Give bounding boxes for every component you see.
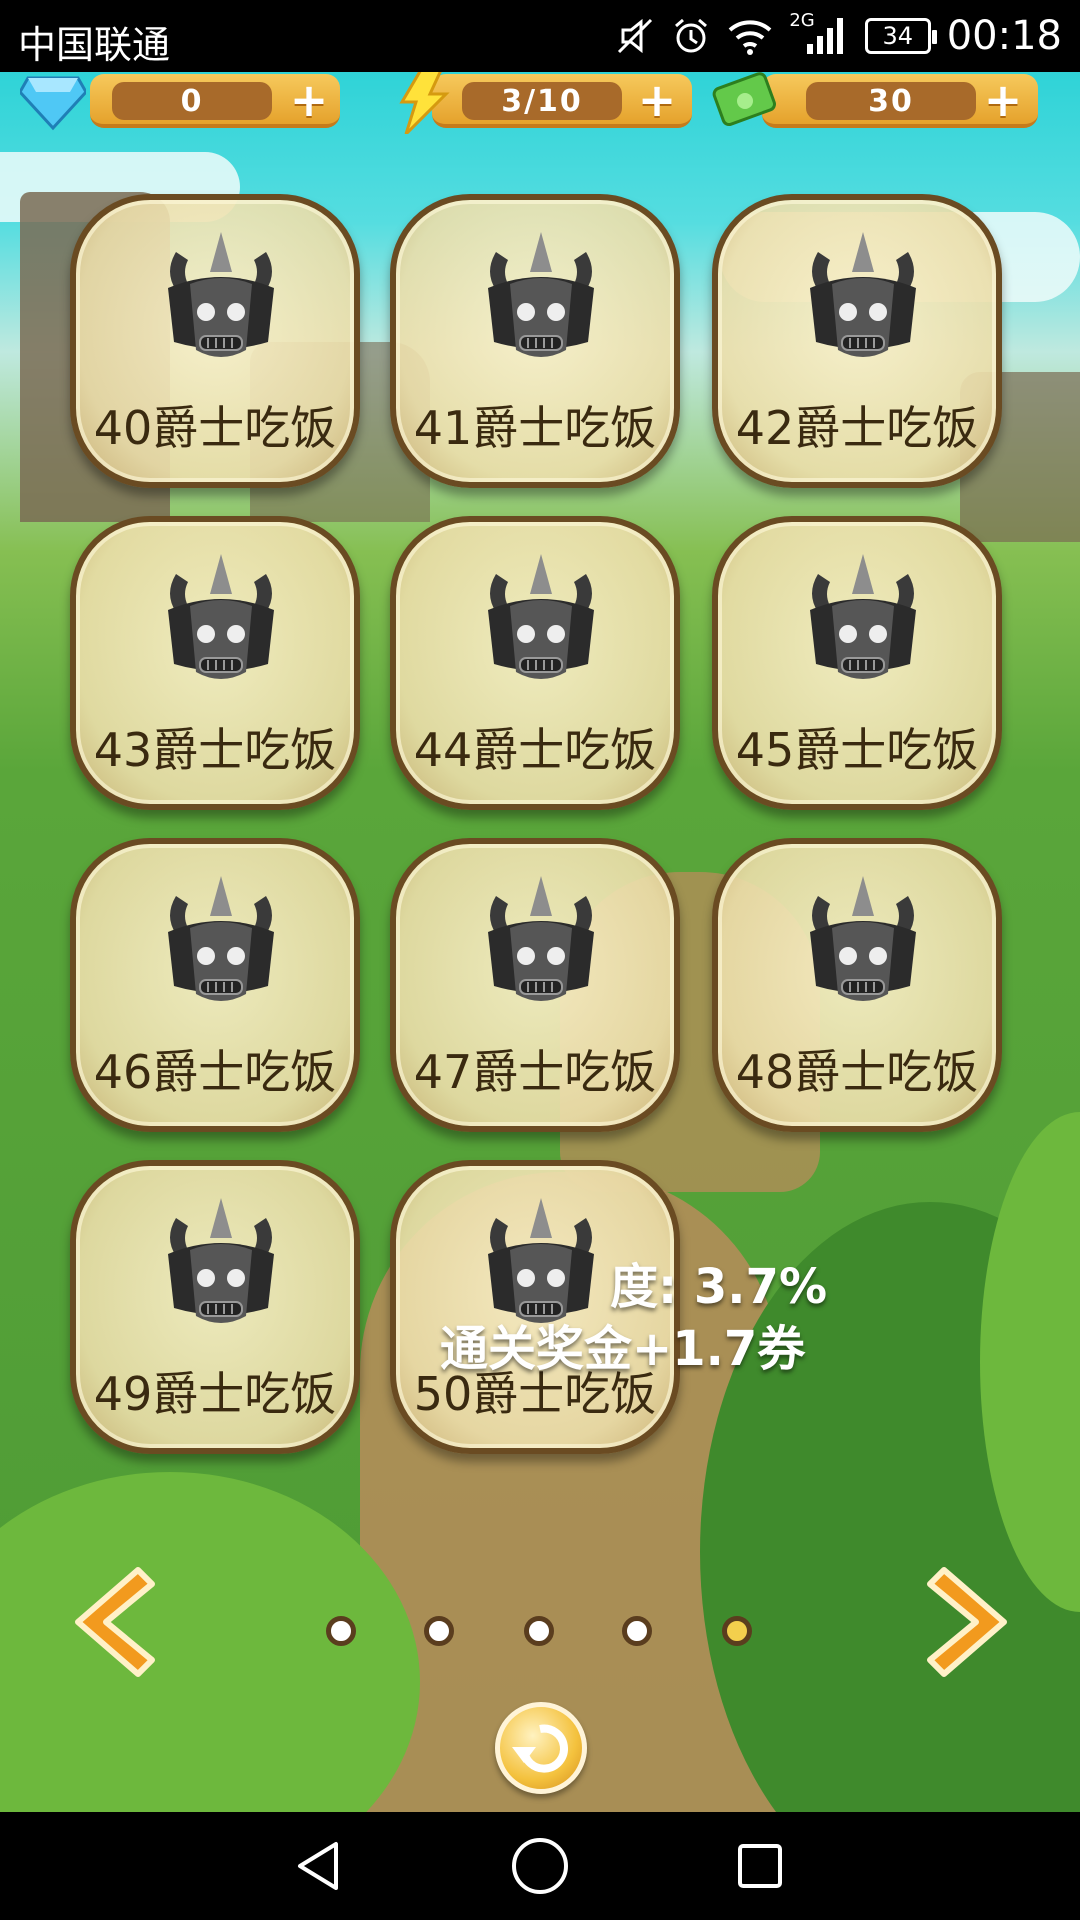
- gems-counter: 0 +: [20, 72, 340, 134]
- cash-value: 30: [806, 82, 976, 120]
- energy-value: 3/10: [462, 82, 622, 120]
- level-button[interactable]: 44爵士吃饭: [390, 516, 680, 810]
- tiki-mask-icon: [788, 876, 938, 1016]
- add-energy-button[interactable]: +: [636, 77, 678, 123]
- prev-page-button[interactable]: [58, 1562, 158, 1682]
- level-label: 48爵士吃饭: [735, 1045, 979, 1099]
- level-label: 47爵士吃饭: [413, 1045, 657, 1099]
- back-triangle-icon: [298, 1842, 338, 1890]
- network-type: 2G: [789, 9, 815, 31]
- return-arrow-icon: [512, 1724, 568, 1773]
- level-label: 44爵士吃饭: [413, 723, 657, 777]
- page-dot[interactable]: [424, 1616, 454, 1646]
- level-button[interactable]: 45爵士吃饭: [712, 516, 1002, 810]
- level-button[interactable]: 46爵士吃饭: [70, 838, 360, 1132]
- level-button[interactable]: 43爵士吃饭: [70, 516, 360, 810]
- clear-reward: 通关奖金+1.7券: [440, 1321, 806, 1377]
- gems-value: 0: [112, 82, 272, 120]
- recents-nav-button[interactable]: [725, 1831, 795, 1901]
- add-gems-button[interactable]: +: [288, 77, 330, 123]
- level-button[interactable]: 40爵士吃饭: [70, 194, 360, 488]
- page-dot-active[interactable]: [722, 1616, 752, 1646]
- back-button[interactable]: [495, 1702, 587, 1794]
- level-label: 49爵士吃饭: [93, 1367, 337, 1421]
- system-nav-bar: [0, 1812, 1080, 1920]
- page-dot[interactable]: [524, 1616, 554, 1646]
- level-label: 42爵士吃饭: [735, 401, 979, 455]
- status-bar: 中国联通 2G 34 00:18: [0, 0, 1080, 72]
- alarm-icon: [671, 16, 711, 56]
- tiki-mask-icon: [146, 1198, 296, 1338]
- energy-counter: 3/10 +: [392, 72, 692, 134]
- home-circle-icon: [512, 1838, 568, 1894]
- tiki-mask-icon: [466, 876, 616, 1016]
- game-screen: 0 + 3/10 + 30 + 40爵士吃饭 41爵士吃饭 42爵士吃饭 43爵士吃饭…: [0, 72, 1080, 1812]
- wifi-icon: [727, 16, 773, 56]
- level-label: 46爵士吃饭: [93, 1045, 337, 1099]
- level-button[interactable]: 49爵士吃饭: [70, 1160, 360, 1454]
- add-cash-button[interactable]: +: [982, 77, 1024, 123]
- status-icons: 2G 34 00:18: [615, 10, 1062, 62]
- level-button[interactable]: 41爵士吃饭: [390, 194, 680, 488]
- tiki-mask-icon: [146, 876, 296, 1016]
- tiki-mask-icon: [146, 554, 296, 694]
- mute-icon: [615, 16, 655, 56]
- tiki-mask-icon: [788, 232, 938, 372]
- page-dot[interactable]: [622, 1616, 652, 1646]
- clock: 00:18: [946, 13, 1062, 59]
- home-nav-button[interactable]: [505, 1831, 575, 1901]
- level-label: 43爵士吃饭: [93, 723, 337, 777]
- tiki-mask-icon: [788, 554, 938, 694]
- battery-level: 34: [882, 22, 913, 50]
- cash-counter: 30 +: [712, 72, 1038, 134]
- level-label: 41爵士吃饭: [413, 401, 657, 455]
- back-nav-button[interactable]: [285, 1831, 355, 1901]
- carrier-name: 中国联通: [18, 23, 171, 67]
- level-label: 45爵士吃饭: [735, 723, 979, 777]
- next-page-button[interactable]: [924, 1562, 1024, 1682]
- page-dot[interactable]: [326, 1616, 356, 1646]
- level-button[interactable]: 48爵士吃饭: [712, 838, 1002, 1132]
- level-button[interactable]: 42爵士吃饭: [712, 194, 1002, 488]
- recents-square-icon: [738, 1844, 782, 1888]
- diamond-icon: [20, 76, 86, 131]
- battery-icon: 34: [864, 18, 937, 54]
- progress-percent: 度: 3.7%: [610, 1259, 828, 1315]
- tiki-mask-icon: [146, 232, 296, 372]
- tiki-mask-icon: [466, 232, 616, 372]
- signal-icon: 2G: [789, 10, 848, 56]
- lightning-icon: [399, 72, 450, 134]
- level-button[interactable]: 47爵士吃饭: [390, 838, 680, 1132]
- level-label: 40爵士吃饭: [93, 401, 337, 455]
- tiki-mask-icon: [466, 554, 616, 694]
- cash-icon: [712, 72, 776, 127]
